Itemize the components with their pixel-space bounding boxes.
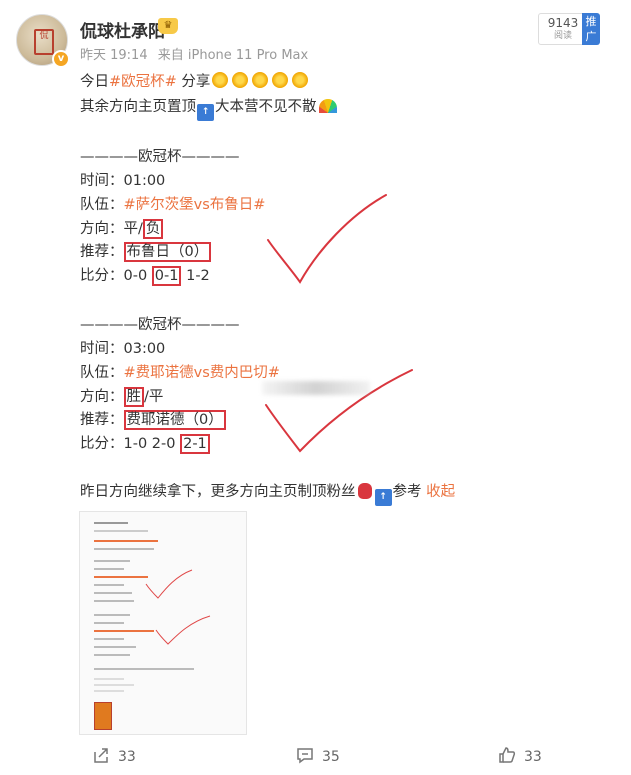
blurred-watermark bbox=[262, 381, 370, 395]
share-button[interactable]: 33 bbox=[92, 746, 136, 765]
post-image-thumbnail[interactable] bbox=[79, 511, 247, 735]
like-count: 33 bbox=[524, 749, 542, 765]
share-icon bbox=[94, 748, 108, 763]
post-actions: 33 35 33 bbox=[0, 742, 631, 770]
share-count: 33 bbox=[118, 749, 136, 765]
comment-icon bbox=[297, 748, 313, 764]
comment-count: 35 bbox=[322, 749, 340, 765]
comment-button[interactable]: 35 bbox=[296, 746, 340, 765]
check-mark bbox=[267, 194, 387, 284]
like-button[interactable]: 33 bbox=[498, 746, 542, 765]
thumbs-up-icon bbox=[499, 747, 516, 763]
